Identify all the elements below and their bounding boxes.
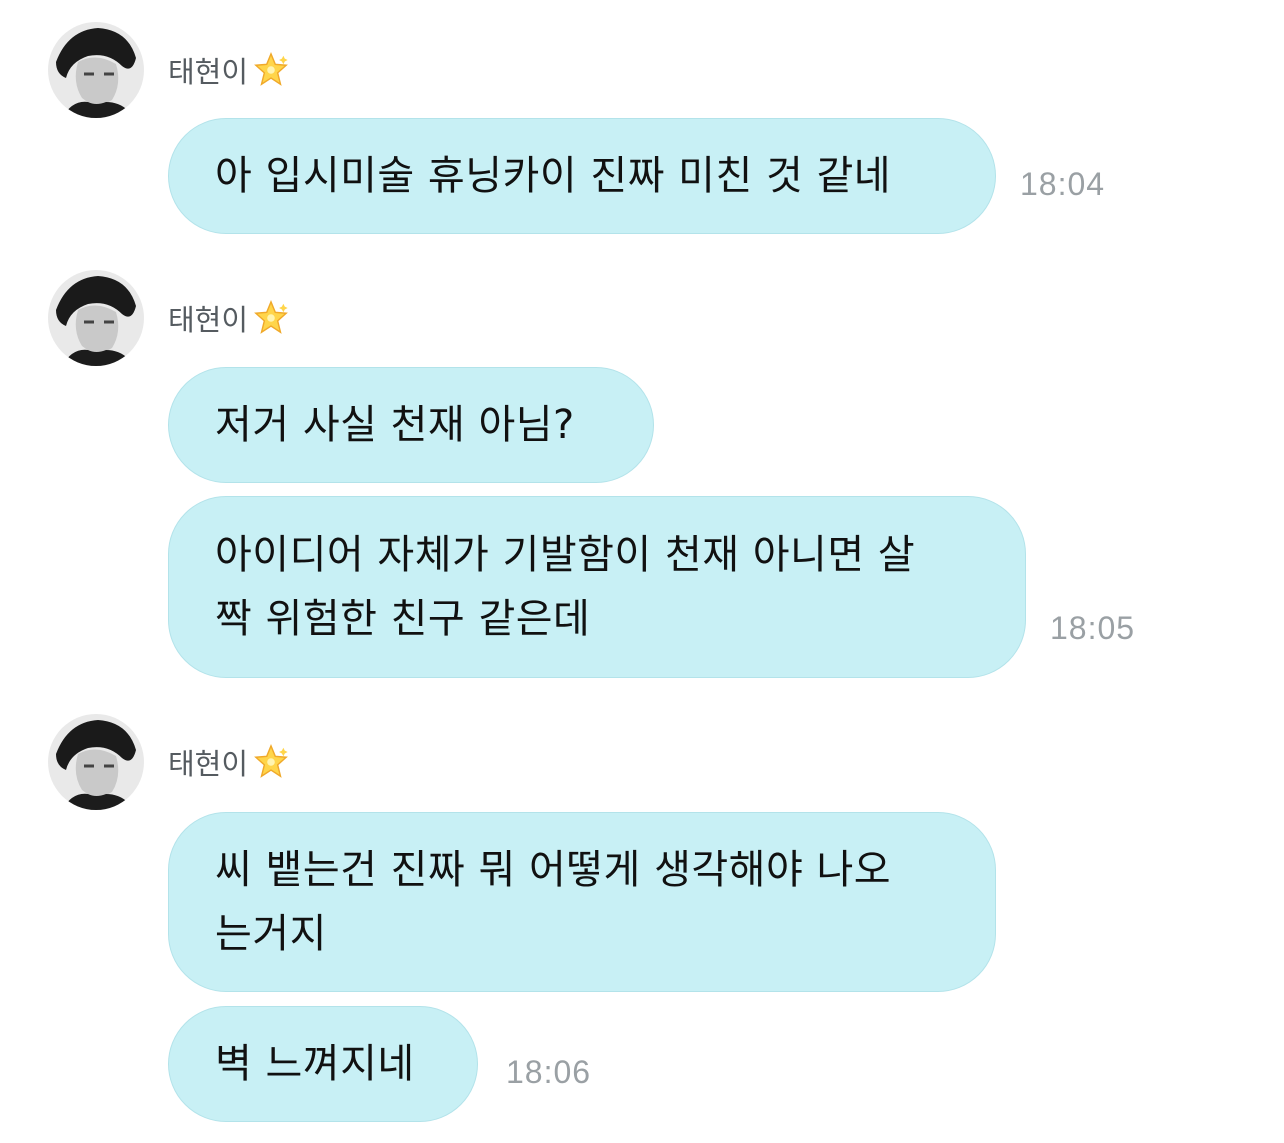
sender-name-row: 태현이 [168, 742, 290, 782]
message-bubble[interactable]: 벽 느껴지네 [168, 1006, 478, 1122]
message-timestamp: 18:05 [1050, 610, 1136, 646]
sender-name-row: 태현이 [168, 50, 290, 90]
sender-name: 태현이 [168, 55, 249, 89]
message-timestamp: 18:06 [506, 1054, 592, 1090]
avatar[interactable] [48, 22, 144, 118]
avatar-photo [48, 270, 144, 366]
sparkle-star-icon [254, 743, 288, 778]
sparkle-star-icon [254, 299, 288, 334]
sender-name: 태현이 [168, 303, 249, 337]
message-timestamp: 18:04 [1020, 166, 1106, 202]
message-bubble[interactable]: 아이디어 자체가 기발함이 천재 아니면 살 짝 위험한 친구 같은데 [168, 496, 1026, 678]
sender-name: 태현이 [168, 747, 249, 781]
message-bubble[interactable]: 아 입시미술 휴닝카이 진짜 미친 것 같네 [168, 118, 996, 234]
avatar[interactable] [48, 714, 144, 810]
sparkle-star-icon [254, 51, 288, 86]
avatar-photo [48, 22, 144, 118]
avatar[interactable] [48, 270, 144, 366]
message-bubble[interactable]: 씨 뱉는건 진짜 뭐 어떻게 생각해야 나오 는거지 [168, 812, 996, 992]
avatar-photo [48, 714, 144, 810]
message-bubble[interactable]: 저거 사실 천재 아님? [168, 367, 654, 483]
sender-name-row: 태현이 [168, 298, 290, 338]
